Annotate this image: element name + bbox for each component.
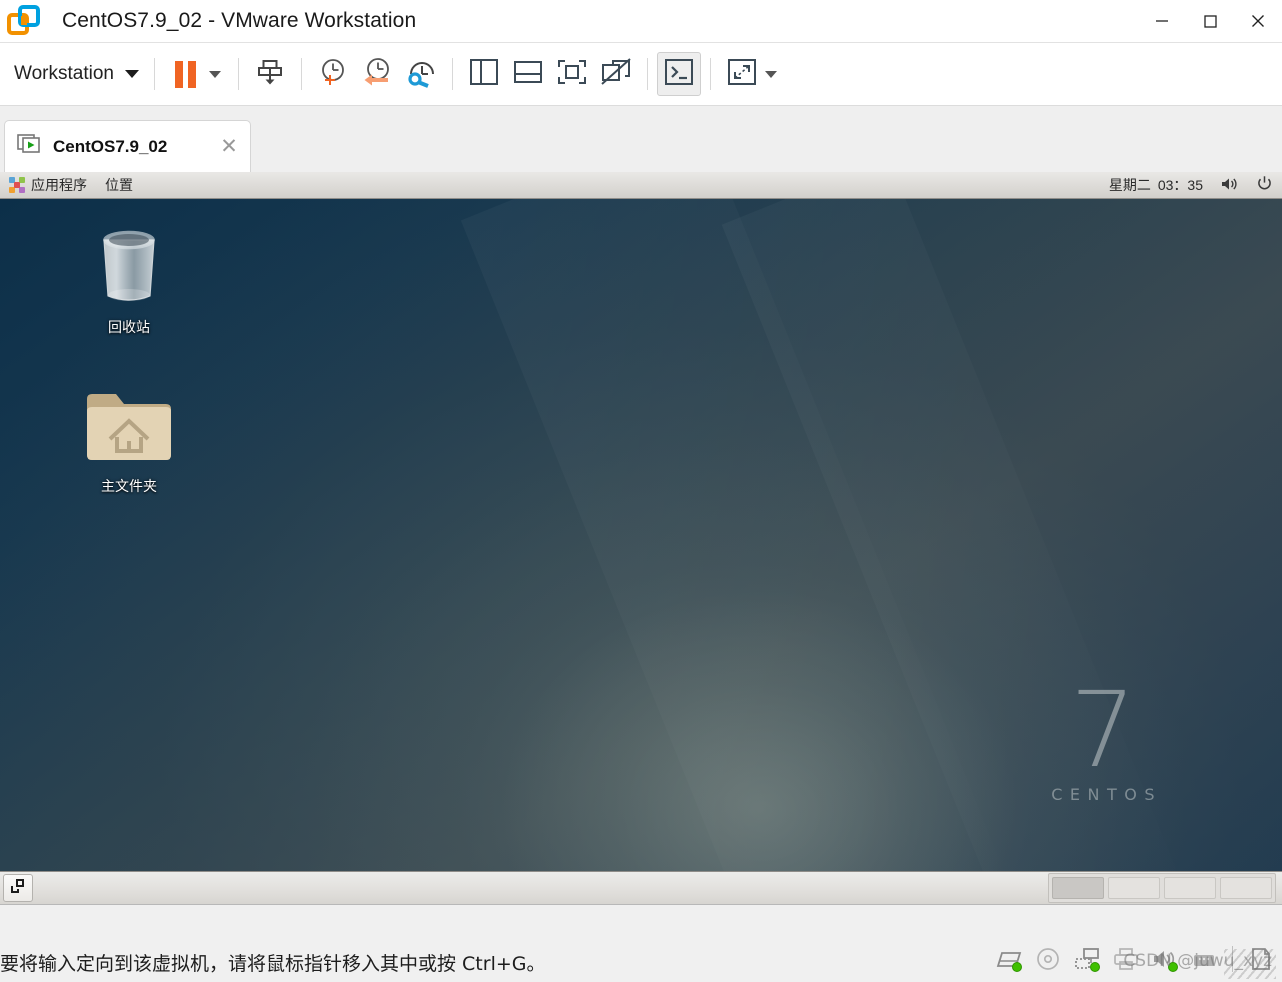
- gnome-status-area: 星期二 03：35: [1101, 172, 1282, 199]
- gnome-clock-day: 星期二: [1108, 177, 1151, 193]
- panel-left-icon: [467, 57, 501, 92]
- snapshot-send-down-icon: [255, 57, 285, 92]
- maximize-button[interactable]: [1186, 0, 1234, 42]
- wallpaper-streak: [721, 199, 1219, 904]
- workstation-menu-button[interactable]: Workstation: [2, 54, 145, 94]
- gnome-power-button[interactable]: [1247, 172, 1282, 199]
- clock-plus-icon: [317, 56, 349, 93]
- workstation-menu-label: Workstation: [14, 63, 114, 84]
- vmware-workstation-logo: [6, 3, 42, 39]
- gnome-volume-button[interactable]: [1211, 172, 1247, 199]
- gnome-applications-menu[interactable]: 应用程序: [0, 172, 96, 199]
- gnome-applications-label: 应用程序: [31, 177, 87, 193]
- gnome-places-label: 位置: [105, 177, 133, 193]
- power-options-dropdown[interactable]: [208, 70, 221, 78]
- snapshot-manager-button[interactable]: [399, 52, 443, 96]
- fullscreen-icon: [555, 57, 589, 92]
- workspace-2[interactable]: [1108, 877, 1160, 899]
- workspace-1[interactable]: [1052, 877, 1104, 899]
- show-desktop-button[interactable]: [3, 874, 33, 902]
- gnome-top-panel: 应用程序 位置 星期二 03：35: [0, 172, 1282, 199]
- panel-bottom-icon: [511, 57, 545, 92]
- trash-icon: [93, 224, 165, 311]
- unity-mode-button[interactable]: [594, 52, 638, 96]
- gnome-bottom-panel: [0, 871, 1282, 904]
- centos-watermark: 7 CENTOS: [1044, 669, 1162, 804]
- minimize-button[interactable]: [1138, 0, 1186, 42]
- centos-product-name: CENTOS: [1051, 785, 1162, 804]
- status-device-tray: [994, 945, 1276, 973]
- status-network-icon[interactable]: [1072, 945, 1102, 973]
- vm-tab-centos[interactable]: CentOS7.9_02 ✕: [4, 120, 251, 172]
- window-title: CentOS7.9_02 - VMware Workstation: [62, 9, 417, 32]
- workspace-3[interactable]: [1164, 877, 1216, 899]
- desktop-icon-home-label: 主文件夹: [101, 479, 157, 495]
- wallpaper-streak: [460, 199, 1040, 904]
- enter-fullscreen-button[interactable]: [550, 52, 594, 96]
- caret-down-icon: [124, 70, 139, 78]
- stretch-guest-button[interactable]: [720, 52, 764, 96]
- unity-disabled-icon: [599, 57, 633, 92]
- toolbar-divider: [300, 58, 302, 90]
- window-titlebar: CentOS7.9_02 - VMware Workstation: [0, 0, 1282, 42]
- volume-icon: [1220, 176, 1238, 195]
- desktop-icon-home[interactable]: 主文件夹: [74, 389, 184, 496]
- connected-indicator: [1090, 962, 1100, 972]
- status-usb-icon[interactable]: [1189, 945, 1219, 973]
- main-toolbar: Workstation: [0, 43, 1282, 105]
- guest-desktop[interactable]: 回收站 主文件夹 7 CENTOS: [0, 199, 1282, 904]
- manage-snapshot-button[interactable]: [248, 52, 292, 96]
- tab-close-icon[interactable]: ✕: [216, 134, 242, 160]
- desktop-icon-trash-label: 回收站: [108, 320, 150, 336]
- terminal-icon: [664, 58, 694, 91]
- connected-indicator: [1168, 962, 1178, 972]
- status-sound-icon[interactable]: [1150, 945, 1180, 973]
- show-thumbnails-button[interactable]: [506, 52, 550, 96]
- gnome-clock-time: 03：35: [1157, 177, 1203, 193]
- status-divider: [1232, 946, 1233, 972]
- power-pause-button[interactable]: [164, 52, 208, 96]
- clock-arrow-left-icon: [361, 56, 393, 93]
- window-controls: [1138, 0, 1282, 42]
- toolbar-divider: [237, 58, 239, 90]
- connected-indicator: [1012, 962, 1022, 972]
- workspace-4[interactable]: [1220, 877, 1272, 899]
- show-desktop-icon: [10, 878, 26, 899]
- status-cd-dvd-icon[interactable]: [1033, 945, 1063, 973]
- stretch-options-dropdown[interactable]: [764, 70, 777, 78]
- status-hard-disk-icon[interactable]: [994, 945, 1024, 973]
- gnome-clock[interactable]: 星期二 03：35: [1101, 175, 1211, 195]
- status-message: 要将输入定向到该虚拟机，请将鼠标指针移入其中或按 Ctrl+G。: [0, 953, 546, 975]
- close-button[interactable]: [1234, 0, 1282, 42]
- centos-version-number: 7: [1070, 669, 1137, 792]
- gnome-applications-icon: [9, 177, 25, 193]
- vm-running-icon: [17, 132, 43, 161]
- pause-icon: [175, 60, 197, 88]
- show-library-button[interactable]: [462, 52, 506, 96]
- stretch-arrows-icon: [726, 57, 758, 92]
- workspace-switcher[interactable]: [1048, 873, 1276, 903]
- vmware-status-bar: 要将输入定向到该虚拟机，请将鼠标指针移入其中或按 Ctrl+G。 CSDN @j…: [0, 904, 1282, 982]
- desktop-icon-trash[interactable]: 回收站: [74, 224, 184, 337]
- clock-wrench-icon: [405, 56, 437, 93]
- status-printer-icon[interactable]: [1111, 945, 1141, 973]
- status-notes-icon[interactable]: [1246, 945, 1276, 973]
- toolbar-divider: [646, 58, 648, 90]
- toolbar-divider: [153, 58, 155, 90]
- toolbar-divider: [709, 58, 711, 90]
- vm-tab-bar: CentOS7.9_02 ✕: [0, 106, 1282, 172]
- gnome-places-menu[interactable]: 位置: [96, 172, 142, 199]
- revert-snapshot-button[interactable]: [355, 52, 399, 96]
- toolbar-divider: [451, 58, 453, 90]
- vm-tab-label: CentOS7.9_02: [53, 136, 168, 156]
- power-icon: [1256, 175, 1273, 195]
- take-snapshot-button[interactable]: [311, 52, 355, 96]
- vm-guest-display[interactable]: 应用程序 位置 星期二 03：35 回收站 主文件夹 7 CENTOS: [0, 172, 1282, 904]
- home-folder-icon: [83, 389, 175, 470]
- console-view-button[interactable]: [656, 52, 701, 96]
